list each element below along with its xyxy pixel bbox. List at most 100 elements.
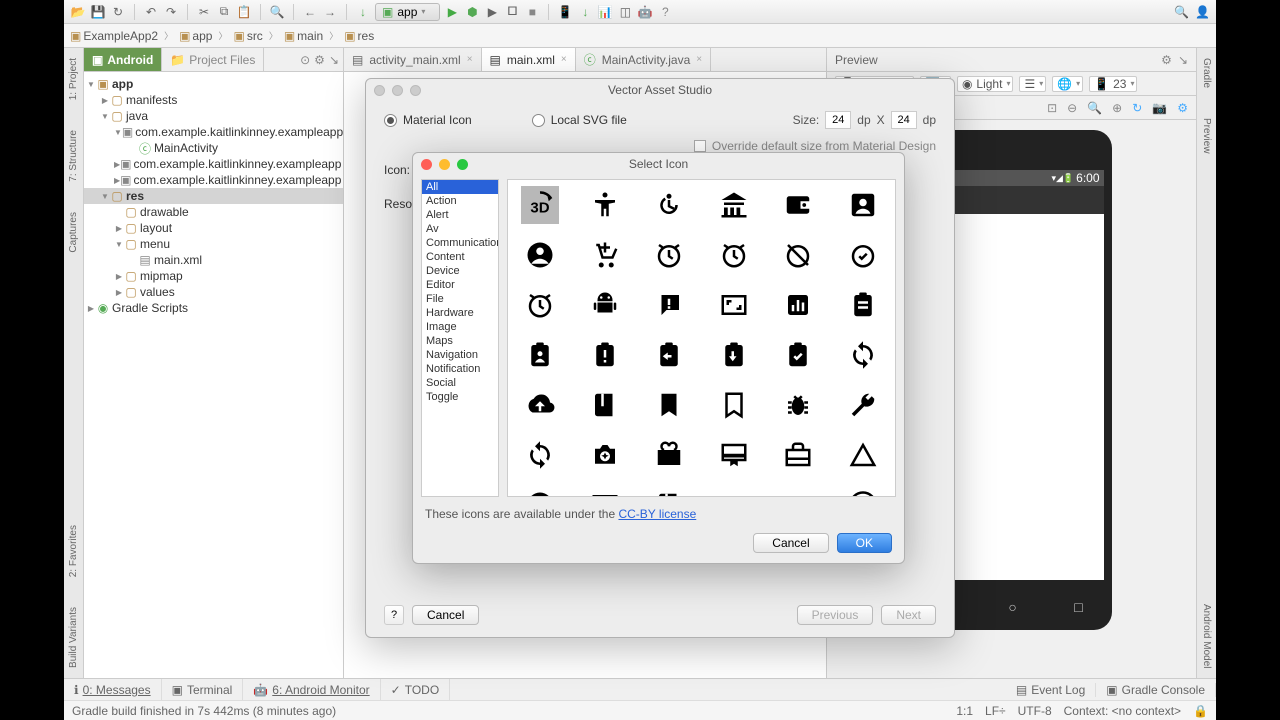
- ok-button[interactable]: OK: [837, 533, 892, 553]
- cancel-button[interactable]: Cancel: [753, 533, 828, 553]
- user-icon[interactable]: 👤: [1195, 5, 1210, 19]
- book-icon[interactable]: [586, 386, 624, 424]
- cancel-button[interactable]: Cancel: [412, 605, 479, 625]
- radio-svg[interactable]: [532, 114, 545, 127]
- radio-material[interactable]: [384, 114, 397, 127]
- assignment-turned-in-icon[interactable]: [779, 336, 817, 374]
- tab-gradle-console[interactable]: ▣Gradle Console: [1096, 683, 1216, 697]
- tree-pkg-test[interactable]: ▶▣com.example.kaitlinkinney.exampleapp (: [84, 156, 343, 172]
- bug-report-icon[interactable]: [779, 386, 817, 424]
- rail-gradle[interactable]: Gradle: [1201, 58, 1212, 88]
- change-history-icon[interactable]: [844, 436, 882, 474]
- layout-inspector-icon[interactable]: ◫: [617, 4, 633, 20]
- tree-gradle[interactable]: ▶◉Gradle Scripts: [84, 300, 343, 316]
- refresh-icon[interactable]: ↻: [1132, 101, 1142, 115]
- close-icon[interactable]: ×: [561, 54, 567, 65]
- settings-icon[interactable]: ⚙: [314, 53, 325, 67]
- accessible-icon[interactable]: [650, 186, 688, 224]
- category-alert[interactable]: Alert: [422, 208, 498, 222]
- zoom-fit-icon[interactable]: ⊡: [1047, 101, 1057, 115]
- account-box-icon[interactable]: [844, 186, 882, 224]
- avd-icon[interactable]: 📱: [557, 4, 573, 20]
- previous-button[interactable]: Previous: [797, 605, 874, 625]
- tab-messages[interactable]: ℹ0: Messages: [64, 679, 162, 700]
- card-travel-icon[interactable]: [779, 436, 817, 474]
- zoom-reset-icon[interactable]: 🔍: [1087, 101, 1102, 115]
- category-communication[interactable]: Communication: [422, 236, 498, 250]
- help-icon[interactable]: ?: [657, 4, 673, 20]
- cut-icon[interactable]: ✂: [196, 4, 212, 20]
- build-icon[interactable]: [844, 386, 882, 424]
- context[interactable]: Context: <no context>: [1064, 704, 1181, 718]
- assignment-ind-icon[interactable]: [521, 336, 559, 374]
- tab-todo[interactable]: ✓TODO: [381, 679, 451, 700]
- bookmark-border-icon[interactable]: [715, 386, 753, 424]
- camera-enhance-icon[interactable]: [586, 436, 624, 474]
- tree-pkg[interactable]: ▼▣com.example.kaitlinkinney.exampleapp: [84, 124, 343, 140]
- undo-icon[interactable]: ↶: [143, 4, 159, 20]
- backup-icon[interactable]: [521, 386, 559, 424]
- save-icon[interactable]: 💾: [90, 4, 106, 20]
- breadcrumb-item[interactable]: ▣main: [284, 29, 323, 43]
- search-icon[interactable]: 🔍: [1174, 5, 1189, 19]
- settings-icon[interactable]: ⚙: [1177, 101, 1188, 115]
- back-icon[interactable]: ←: [302, 4, 318, 20]
- api-dropdown[interactable]: 📱23: [1089, 76, 1137, 92]
- close-icon[interactable]: ×: [696, 54, 702, 65]
- tree-mainactivity[interactable]: ⓒMainActivity: [84, 140, 343, 156]
- android-robot-icon[interactable]: 🤖: [637, 4, 653, 20]
- alarm-icon[interactable]: [715, 236, 753, 274]
- find-icon[interactable]: 🔍: [269, 4, 285, 20]
- copy-icon[interactable]: ⧉: [216, 4, 232, 20]
- coverage-icon[interactable]: 🞑: [504, 4, 520, 20]
- stop-icon[interactable]: ■: [524, 4, 540, 20]
- category-notification[interactable]: Notification: [422, 362, 498, 376]
- category-hardware[interactable]: Hardware: [422, 306, 498, 320]
- paste-icon[interactable]: 📋: [236, 4, 252, 20]
- rail-android-model[interactable]: Android Model: [1201, 604, 1212, 668]
- assignment-icon[interactable]: [844, 286, 882, 324]
- category-image[interactable]: Image: [422, 320, 498, 334]
- category-navigation[interactable]: Navigation: [422, 348, 498, 362]
- category-editor[interactable]: Editor: [422, 278, 498, 292]
- run-config-selector[interactable]: ▣app ▾: [375, 3, 440, 21]
- breadcrumb-item[interactable]: ▣app: [179, 29, 212, 43]
- code-icon[interactable]: [715, 486, 753, 497]
- tree-pkg-test2[interactable]: ▶▣com.example.kaitlinkinney.exampleapp (: [84, 172, 343, 188]
- category-file[interactable]: File: [422, 292, 498, 306]
- compare-arrows-icon[interactable]: [779, 486, 817, 497]
- rail-captures[interactable]: Captures: [68, 212, 79, 253]
- tab-android-monitor[interactable]: 🤖6: Android Monitor: [243, 679, 380, 700]
- close-icon[interactable]: ×: [467, 54, 473, 65]
- line-sep[interactable]: LF÷: [985, 704, 1006, 718]
- card-giftcard-icon[interactable]: [650, 436, 688, 474]
- alarm-icon[interactable]: [521, 286, 559, 324]
- account-balance-icon[interactable]: [715, 186, 753, 224]
- tree-values[interactable]: ▶▢values: [84, 284, 343, 300]
- account-circle-icon[interactable]: [521, 236, 559, 274]
- category-action[interactable]: Action: [422, 194, 498, 208]
- breadcrumb-item[interactable]: ▣res: [344, 29, 374, 43]
- debug-icon[interactable]: ⬢: [464, 4, 480, 20]
- height-input[interactable]: [891, 111, 917, 129]
- sdk-icon[interactable]: ↓: [577, 4, 593, 20]
- breadcrumb-item[interactable]: ▣ExampleApp2: [70, 29, 158, 43]
- rail-build-variants[interactable]: Build Variants: [68, 607, 79, 668]
- tree-layout[interactable]: ▶▢layout: [84, 220, 343, 236]
- run-icon[interactable]: ▶: [444, 4, 460, 20]
- aspect-ratio-icon[interactable]: [715, 286, 753, 324]
- override-checkbox[interactable]: [694, 140, 706, 152]
- tree-manifests[interactable]: ▶▢manifests: [84, 92, 343, 108]
- category-toggle[interactable]: Toggle: [422, 390, 498, 404]
- alarm-off-icon[interactable]: [779, 236, 817, 274]
- breadcrumb-item[interactable]: ▣src: [233, 29, 262, 43]
- forward-icon[interactable]: →: [322, 4, 338, 20]
- class-icon[interactable]: [650, 486, 688, 497]
- assignment-return-icon[interactable]: [650, 336, 688, 374]
- rail-preview[interactable]: Preview: [1201, 118, 1212, 154]
- theme-dropdown[interactable]: ◉ Light: [957, 76, 1014, 92]
- project-tab-android[interactable]: ▣Android: [84, 48, 162, 71]
- assignment-late-icon[interactable]: [586, 336, 624, 374]
- chrome-reader-mode-icon[interactable]: [586, 486, 624, 497]
- rail-project[interactable]: 1: Project: [68, 58, 79, 100]
